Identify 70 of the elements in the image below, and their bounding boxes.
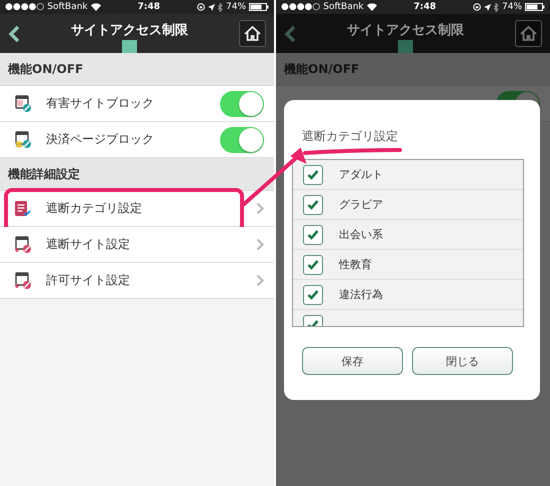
category-item[interactable]: アダルト: [293, 160, 523, 190]
category-item[interactable]: グラビア: [293, 190, 523, 220]
home-button[interactable]: [239, 20, 266, 47]
location-icon: [484, 4, 491, 10]
category-label: アダルト: [339, 167, 383, 182]
signal-dots: ●●●●○: [281, 2, 320, 12]
row-label: 遮断サイト設定: [46, 236, 131, 253]
section-header: 機能詳細設定: [0, 158, 274, 191]
bluetooth-icon: [494, 2, 499, 12]
section-header: 機能ON/OFF: [276, 53, 550, 86]
signal-dots: ●●●●○: [5, 2, 44, 12]
category-item[interactable]: 性教育: [293, 250, 523, 280]
screen-title: サイトアクセス制限: [70, 22, 189, 39]
checkmark-icon: [307, 260, 319, 270]
battery-icon: [249, 3, 270, 11]
battery-percent: 74%: [502, 2, 522, 12]
settings-row[interactable]: 遮断サイト設定: [0, 227, 274, 263]
checkmark-icon: [307, 290, 319, 300]
location-icon: [208, 4, 215, 10]
close-button[interactable]: 閉じる: [412, 347, 513, 375]
clock-time: 7:48: [414, 2, 436, 12]
carrier-name: SoftBank: [47, 2, 88, 12]
bluetooth-icon: [218, 2, 223, 12]
category-label: 出会い系: [339, 227, 383, 242]
checkmark-icon: [307, 170, 319, 180]
back-icon[interactable]: [8, 24, 20, 42]
page-marker-icon: [122, 40, 137, 53]
checkbox[interactable]: [303, 284, 323, 304]
chevron-icon: [256, 274, 264, 287]
battery-percent: 74%: [226, 2, 246, 12]
wifi-icon: [366, 3, 377, 11]
page-block-icon: [14, 94, 32, 112]
save-button[interactable]: 保存: [302, 347, 403, 375]
wifi-icon: [90, 3, 101, 11]
settings-row[interactable]: 有害サイトブロック: [0, 86, 274, 122]
row-label: 許可サイト設定: [46, 272, 131, 289]
page-add-icon: [14, 236, 32, 254]
category-item[interactable]: 違法行為: [293, 280, 523, 310]
list-check-icon: [14, 200, 32, 218]
category-label: グラビア: [339, 197, 383, 212]
checkbox[interactable]: [303, 164, 323, 184]
battery-icon: [525, 3, 546, 11]
category-item[interactable]: 出会い系: [293, 220, 523, 250]
page-block-icon: [14, 130, 32, 148]
screen-title: サイトアクセス制限: [346, 22, 465, 39]
toggle-switch[interactable]: [220, 126, 264, 152]
category-label: 性教育: [339, 257, 372, 272]
settings-row[interactable]: 許可サイト設定: [0, 263, 274, 299]
checkbox[interactable]: [303, 224, 323, 244]
home-icon: [244, 26, 261, 41]
home-icon: [520, 26, 537, 41]
chevron-icon: [256, 238, 264, 251]
row-label: 決済ページブロック: [46, 131, 155, 148]
category-label: 違法行為: [339, 287, 383, 302]
settings-row[interactable]: 決済ページブロック: [0, 122, 274, 158]
settings-row[interactable]: 遮断カテゴリ設定: [0, 191, 274, 227]
section-header: 機能ON/OFF: [0, 53, 274, 86]
checkmark-icon: [307, 200, 319, 210]
row-label: 有害サイトブロック: [46, 95, 155, 112]
checkmark-icon: [307, 230, 319, 240]
carrier-name: SoftBank: [323, 2, 364, 12]
checkbox[interactable]: [303, 194, 323, 214]
toggle-switch[interactable]: [220, 90, 264, 116]
dialog-title: 遮断カテゴリ設定: [301, 128, 399, 145]
row-label: 遮断カテゴリ設定: [46, 200, 143, 217]
chevron-icon: [256, 202, 264, 215]
checkbox[interactable]: [303, 254, 323, 274]
page-add-icon: [14, 272, 32, 290]
page-marker-icon: [398, 40, 413, 53]
clock-time: 7:48: [138, 2, 160, 12]
